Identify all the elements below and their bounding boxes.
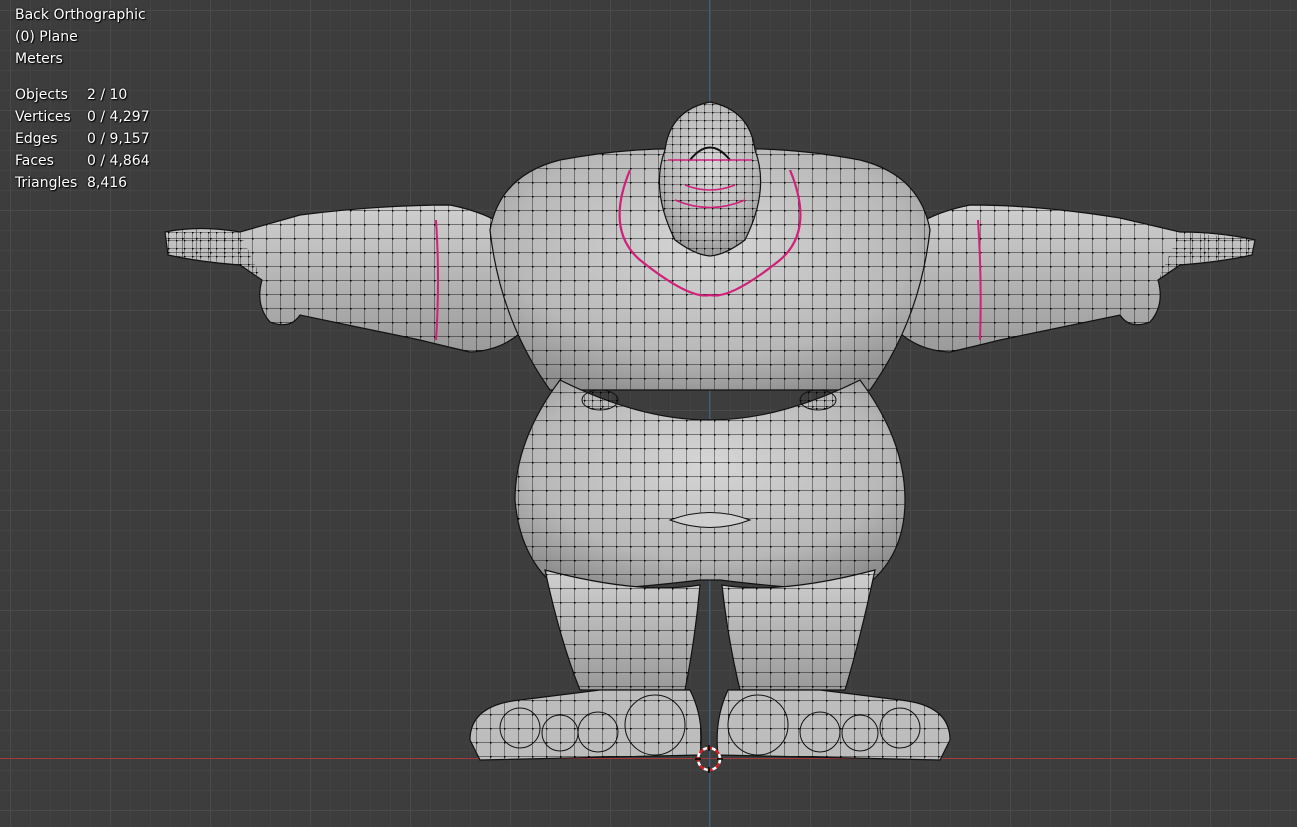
stat-row-triangles: Triangles 8,416 bbox=[15, 172, 150, 194]
head bbox=[658, 101, 762, 257]
stat-label: Triangles bbox=[15, 175, 78, 191]
belly bbox=[514, 379, 906, 591]
active-object-name: (0) Plane bbox=[15, 29, 78, 45]
left-leg bbox=[544, 569, 701, 691]
stat-label: Vertices bbox=[15, 109, 71, 125]
stat-row-edges: Edges 0 / 9,157 bbox=[15, 128, 150, 150]
3d-viewport[interactable]: Back Orthographic (0) Plane Meters Objec… bbox=[0, 0, 1297, 827]
unit-system: Meters bbox=[15, 51, 63, 67]
stat-row-vertices: Vertices 0 / 4,297 bbox=[15, 106, 150, 128]
viewport-info-overlay: Back Orthographic (0) Plane Meters Objec… bbox=[15, 4, 150, 194]
right-leg bbox=[721, 569, 876, 691]
3d-cursor-icon[interactable] bbox=[695, 745, 723, 773]
right-arm bbox=[874, 204, 1256, 353]
view-name: Back Orthographic bbox=[15, 7, 146, 23]
left-arm bbox=[164, 204, 546, 353]
right-foot bbox=[716, 689, 951, 761]
stat-value: 0 / 9,157 bbox=[87, 131, 150, 147]
stat-row-objects: Objects 2 / 10 bbox=[15, 84, 150, 106]
character-mesh[interactable] bbox=[0, 0, 1297, 827]
stat-label: Objects bbox=[15, 87, 68, 103]
stat-label: Faces bbox=[15, 153, 54, 169]
stat-value: 8,416 bbox=[87, 175, 128, 191]
left-foot bbox=[469, 689, 702, 761]
stat-value: 2 / 10 bbox=[87, 87, 128, 103]
stat-label: Edges bbox=[15, 131, 58, 147]
stat-value: 0 / 4,297 bbox=[87, 109, 150, 125]
stat-row-faces: Faces 0 / 4,864 bbox=[15, 150, 150, 172]
stat-value: 0 / 4,864 bbox=[87, 153, 150, 169]
